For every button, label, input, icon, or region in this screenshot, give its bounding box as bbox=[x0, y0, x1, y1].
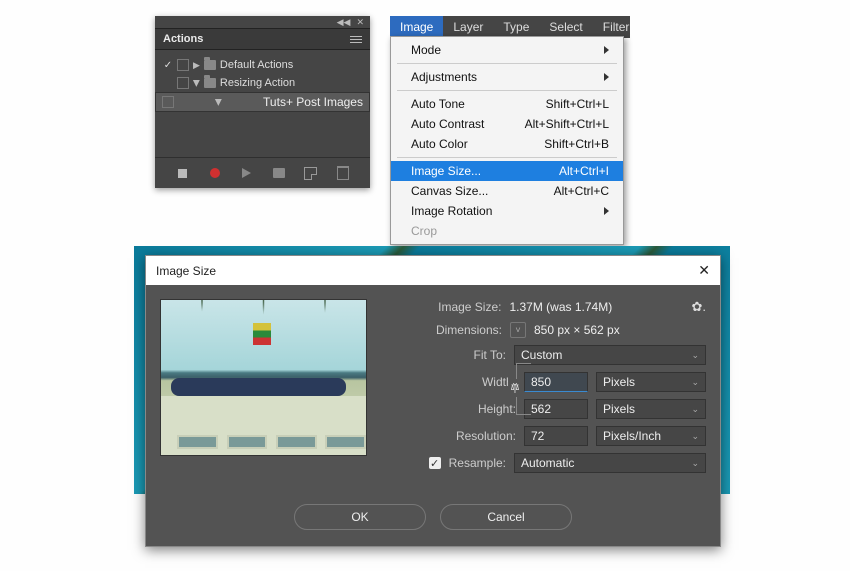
menu-type[interactable]: Type bbox=[493, 16, 539, 38]
cancel-button[interactable]: Cancel bbox=[440, 504, 572, 530]
height-unit-select[interactable]: Pixels⌄ bbox=[596, 399, 706, 419]
menu-separator bbox=[397, 157, 617, 158]
fit-to-label: Fit To: bbox=[428, 348, 506, 362]
tree-row-tuts[interactable]: ▶ Tuts+ Post Images bbox=[155, 92, 370, 112]
chevron-down-icon: ⌄ bbox=[691, 458, 699, 469]
panel-top-bar: ◀◀ ✕ bbox=[155, 16, 370, 28]
menu-adjustments[interactable]: Adjustments bbox=[391, 67, 623, 87]
collapse-icon[interactable]: ◀◀ bbox=[337, 17, 351, 28]
trash-button[interactable] bbox=[336, 166, 350, 180]
menu-icon[interactable] bbox=[350, 36, 362, 43]
menu-crop: Crop bbox=[391, 221, 623, 241]
ok-button[interactable]: OK bbox=[294, 504, 426, 530]
menu-auto-color[interactable]: Auto ColorShift+Ctrl+B bbox=[391, 134, 623, 154]
dialog-titlebar: Image Size ✕ bbox=[146, 256, 720, 285]
height-input[interactable] bbox=[524, 399, 588, 419]
chevron-down-icon: ⌄ bbox=[691, 377, 699, 388]
menu-auto-tone[interactable]: Auto ToneShift+Ctrl+L bbox=[391, 94, 623, 114]
dialog-body: Image Size: 1.37M (was 1.74M) ✿. Dimensi… bbox=[146, 285, 720, 494]
width-input[interactable] bbox=[524, 372, 588, 392]
record-button[interactable] bbox=[208, 166, 222, 180]
link-icon[interactable]: 𐄷 bbox=[508, 379, 522, 397]
actions-header: Actions bbox=[155, 28, 370, 50]
image-size-dialog: Image Size ✕ Image Size: 1.37M (was 1.74… bbox=[145, 255, 721, 547]
tree-row-default[interactable]: ✓ ▶ Default Actions bbox=[155, 56, 370, 74]
chevron-down-icon: ⌄ bbox=[691, 431, 699, 442]
resample-select[interactable]: Automatic⌄ bbox=[514, 453, 706, 473]
dimensions-unit-toggle[interactable]: ˅ bbox=[510, 322, 526, 338]
dialog-footer: OK Cancel bbox=[146, 494, 720, 546]
stop-button[interactable] bbox=[176, 166, 190, 180]
toggle-box[interactable] bbox=[162, 96, 174, 108]
dimensions-value: 850 px × 562 px bbox=[534, 323, 706, 337]
image-menu-dropdown: Mode Adjustments Auto ToneShift+Ctrl+L A… bbox=[390, 36, 624, 245]
menu-select[interactable]: Select bbox=[539, 16, 592, 38]
tree-label: Tuts+ Post Images bbox=[263, 95, 363, 109]
fit-to-select[interactable]: Custom⌄ bbox=[514, 345, 706, 365]
menubar: Image Layer Type Select Filter bbox=[390, 16, 630, 38]
menu-mode[interactable]: Mode bbox=[391, 40, 623, 60]
play-button[interactable] bbox=[240, 166, 254, 180]
close-icon[interactable]: ✕ bbox=[698, 262, 710, 279]
disclosure-icon[interactable]: ▶ bbox=[191, 80, 202, 87]
disclosure-icon[interactable]: ▶ bbox=[213, 99, 224, 106]
tree-label: Resizing Action bbox=[220, 77, 295, 89]
folder-icon bbox=[204, 60, 216, 70]
image-size-label: Image Size: bbox=[423, 300, 501, 314]
width-label: Width: bbox=[438, 375, 516, 389]
new-action-button[interactable] bbox=[304, 166, 318, 180]
toggle-box[interactable] bbox=[177, 77, 189, 89]
resolution-input[interactable] bbox=[524, 426, 588, 446]
check-icon[interactable]: ✓ bbox=[163, 60, 173, 70]
submenu-arrow-icon bbox=[604, 46, 609, 54]
resample-checkbox[interactable]: ✓ bbox=[429, 457, 441, 469]
dimensions-label: Dimensions: bbox=[424, 323, 502, 337]
menu-image[interactable]: Image bbox=[390, 16, 443, 38]
actions-footer bbox=[155, 157, 370, 188]
submenu-arrow-icon bbox=[604, 207, 609, 215]
menu-image-size[interactable]: Image Size...Alt+Ctrl+I bbox=[391, 161, 623, 181]
folder-icon bbox=[204, 78, 216, 88]
menu-separator bbox=[397, 90, 617, 91]
menu-layer[interactable]: Layer bbox=[443, 16, 493, 38]
toggle-box[interactable] bbox=[177, 59, 189, 71]
close-icon[interactable]: ✕ bbox=[356, 17, 364, 28]
new-set-button[interactable] bbox=[272, 166, 286, 180]
menu-separator bbox=[397, 63, 617, 64]
gear-icon[interactable]: ✿. bbox=[691, 299, 706, 315]
submenu-arrow-icon bbox=[604, 73, 609, 81]
fields: Image Size: 1.37M (was 1.74M) ✿. Dimensi… bbox=[379, 299, 706, 480]
resolution-unit-select[interactable]: Pixels/Inch⌄ bbox=[596, 426, 706, 446]
resample-label: Resample: bbox=[449, 456, 506, 470]
tree-label: Default Actions bbox=[220, 59, 293, 71]
height-label: Height: bbox=[438, 402, 516, 416]
disclosure-icon[interactable]: ▶ bbox=[193, 60, 200, 71]
resolution-label: Resolution: bbox=[438, 429, 516, 443]
menu-auto-contrast[interactable]: Auto ContrastAlt+Shift+Ctrl+L bbox=[391, 114, 623, 134]
image-size-value: 1.37M (was 1.74M) bbox=[509, 300, 683, 314]
tree-row-resizing[interactable]: ▶ Resizing Action bbox=[155, 74, 370, 92]
chevron-down-icon: ⌄ bbox=[691, 404, 699, 415]
menu-filter[interactable]: Filter bbox=[593, 16, 640, 38]
chevron-down-icon: ⌄ bbox=[691, 350, 699, 361]
menu-canvas-size[interactable]: Canvas Size...Alt+Ctrl+C bbox=[391, 181, 623, 201]
dialog-title: Image Size bbox=[156, 264, 216, 278]
menu-image-rotation[interactable]: Image Rotation bbox=[391, 201, 623, 221]
actions-panel: ◀◀ ✕ Actions ✓ ▶ Default Actions ▶ Resiz… bbox=[155, 16, 370, 188]
image-preview bbox=[160, 299, 367, 456]
check-icon[interactable] bbox=[163, 78, 173, 88]
actions-title: Actions bbox=[163, 33, 203, 45]
actions-tree: ✓ ▶ Default Actions ▶ Resizing Action ▶ … bbox=[155, 50, 370, 157]
width-unit-select[interactable]: Pixels⌄ bbox=[596, 372, 706, 392]
